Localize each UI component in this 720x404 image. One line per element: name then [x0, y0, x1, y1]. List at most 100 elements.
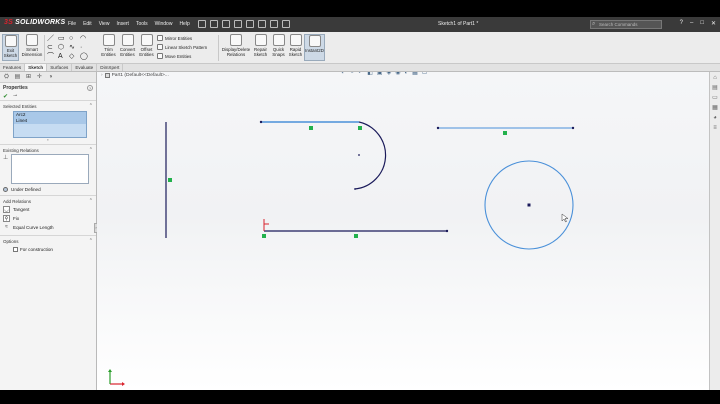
property-manager-icon[interactable]: ▤: [13, 74, 22, 81]
open-icon[interactable]: [210, 20, 218, 28]
rectangle-icon[interactable]: ▭: [58, 35, 68, 43]
configuration-manager-icon[interactable]: ⊞: [24, 74, 33, 81]
menu-window[interactable]: Window: [155, 21, 173, 27]
rebuild-icon[interactable]: [270, 20, 278, 28]
help-icon[interactable]: ?: [680, 20, 683, 27]
selected-entities-group-title[interactable]: Selected Entities ⌃: [0, 100, 96, 110]
previous-view-icon[interactable]: ↶: [358, 72, 363, 76]
plane-icon[interactable]: ◇: [69, 53, 79, 61]
edit-appearance-icon[interactable]: ◐: [404, 72, 408, 76]
feature-tree-breadcrumb[interactable]: › Part1 (Default<<Default>...: [101, 73, 169, 78]
menu-tools[interactable]: Tools: [136, 21, 148, 27]
linear-sketch-pattern-button[interactable]: Linear Sketch Pattern: [157, 44, 207, 50]
convert-entities-button[interactable]: Convert Entities: [118, 34, 137, 61]
sketch-midpoint[interactable]: [354, 234, 358, 238]
spline-icon[interactable]: ∿: [69, 44, 79, 52]
print-icon[interactable]: [234, 20, 242, 28]
menu-file[interactable]: File: [68, 21, 76, 27]
graphics-area[interactable]: › Part1 (Default<<Default>... ⤢ ⌕ ↶ ◧ ▣ …: [97, 72, 709, 390]
appearances-icon[interactable]: ◕: [711, 114, 719, 122]
relation-tangent[interactable]: ◡ Tangent: [0, 205, 96, 214]
sketch-endpoint[interactable]: [571, 126, 575, 130]
apply-scene-icon[interactable]: ▦: [412, 72, 418, 76]
quick-snaps-button[interactable]: Quick Snaps: [271, 34, 286, 61]
hide-show-items-icon[interactable]: ◉: [395, 72, 400, 76]
line-icon[interactable]: ／: [47, 35, 57, 43]
instant2d-button[interactable]: Instant2D: [304, 34, 325, 61]
feature-manager-icon[interactable]: ⛭: [2, 74, 11, 81]
view-orientation-icon[interactable]: ▣: [377, 72, 383, 76]
section-view-icon[interactable]: ◧: [367, 72, 373, 76]
mirror-entities-button[interactable]: Mirror Entities: [157, 35, 192, 41]
close-icon[interactable]: ✕: [711, 20, 716, 27]
undo-icon[interactable]: [246, 20, 254, 28]
zoom-to-area-icon[interactable]: ⌕: [351, 72, 354, 76]
minimize-icon[interactable]: –: [690, 20, 693, 27]
tab-dimxpert[interactable]: DimXpert: [97, 64, 124, 71]
move-entities-button[interactable]: Move Entities: [157, 53, 191, 59]
existing-relations-group-title[interactable]: Existing Relations ⌃: [0, 144, 96, 154]
list-resize-grip[interactable]: ▪: [0, 138, 96, 142]
custom-properties-icon[interactable]: ≡: [711, 124, 719, 132]
tab-sketch[interactable]: Sketch: [25, 64, 48, 71]
menu-insert[interactable]: Insert: [116, 21, 129, 27]
search-commands-input[interactable]: ⌕ Search Commands: [590, 20, 662, 29]
relation-equal-curve-length[interactable]: ≈ Equal Curve Length: [0, 223, 96, 232]
ok-check-icon[interactable]: ✔: [3, 93, 8, 100]
new-document-icon[interactable]: [198, 20, 206, 28]
sketch-midpoint[interactable]: [309, 126, 313, 130]
text-icon[interactable]: A: [58, 53, 68, 61]
fillet-icon[interactable]: ⌒: [47, 53, 57, 61]
circle-icon[interactable]: ○: [69, 35, 79, 43]
sketch-endpoint[interactable]: [259, 120, 263, 124]
menu-edit[interactable]: Edit: [83, 21, 92, 27]
for-construction-checkbox[interactable]: For construction: [0, 245, 96, 254]
solidworks-resources-icon[interactable]: ⌂: [711, 74, 719, 82]
sketch-endpoint[interactable]: [436, 126, 440, 130]
rapid-sketch-button[interactable]: Rapid Sketch: [288, 34, 303, 61]
sketch-endpoint[interactable]: [354, 188, 356, 190]
sketch-midpoint[interactable]: [503, 131, 507, 135]
ellipse-icon[interactable]: ◯: [80, 53, 90, 61]
selected-entities-list[interactable]: Arc2 Line4: [13, 111, 87, 138]
sketch-endpoint[interactable]: [358, 126, 362, 130]
polygon-icon[interactable]: ⬡: [58, 44, 68, 52]
circle-center-point[interactable]: [527, 203, 531, 207]
trim-entities-button[interactable]: Trim Entities: [100, 34, 117, 61]
repair-sketch-button[interactable]: Repair Sketch: [252, 34, 269, 61]
tab-evaluate[interactable]: Evaluate: [72, 64, 98, 71]
smart-dimension-button[interactable]: Smart Dimension: [21, 34, 43, 61]
display-manager-icon[interactable]: ◑: [46, 74, 55, 81]
view-settings-icon[interactable]: ▭: [422, 72, 428, 76]
relation-fix[interactable]: ⚲ Fix: [0, 214, 96, 223]
options-icon[interactable]: [282, 20, 290, 28]
existing-relations-list[interactable]: [11, 154, 90, 184]
help-icon[interactable]: ?: [87, 84, 93, 91]
sketch-midpoint[interactable]: [168, 178, 172, 182]
exit-sketch-button[interactable]: Exit Sketch: [2, 34, 19, 61]
point-icon[interactable]: ·: [80, 44, 90, 52]
design-library-icon[interactable]: ▤: [711, 84, 719, 92]
display-style-icon[interactable]: ◈: [387, 72, 392, 76]
menu-view[interactable]: View: [99, 21, 110, 27]
options-group-title[interactable]: Options ⌃: [0, 235, 96, 245]
sketch-endpoint[interactable]: [262, 234, 266, 238]
tab-surfaces[interactable]: Surfaces: [47, 64, 73, 71]
file-explorer-icon[interactable]: ▭: [711, 94, 719, 102]
pin-icon[interactable]: ⊸: [13, 93, 17, 99]
zoom-to-fit-icon[interactable]: ⤢: [342, 72, 347, 76]
view-palette-icon[interactable]: ▦: [711, 104, 719, 112]
offset-entities-button[interactable]: Offset Entities: [138, 34, 155, 61]
display-delete-relations-button[interactable]: Display/Delete Relations: [221, 34, 251, 61]
sketch-endpoint[interactable]: [445, 229, 449, 233]
maximize-icon[interactable]: □: [700, 20, 704, 27]
save-icon[interactable]: [222, 20, 230, 28]
tab-features[interactable]: Features: [0, 64, 26, 71]
dimxpert-manager-icon[interactable]: ✛: [35, 74, 44, 81]
add-relations-group-title[interactable]: Add Relations ⌃: [0, 195, 96, 205]
select-icon[interactable]: [258, 20, 266, 28]
arc-icon[interactable]: ◠: [80, 35, 90, 43]
menu-help[interactable]: Help: [179, 21, 189, 27]
arc-center-point[interactable]: [358, 154, 360, 156]
list-item[interactable]: Line4: [14, 118, 86, 124]
